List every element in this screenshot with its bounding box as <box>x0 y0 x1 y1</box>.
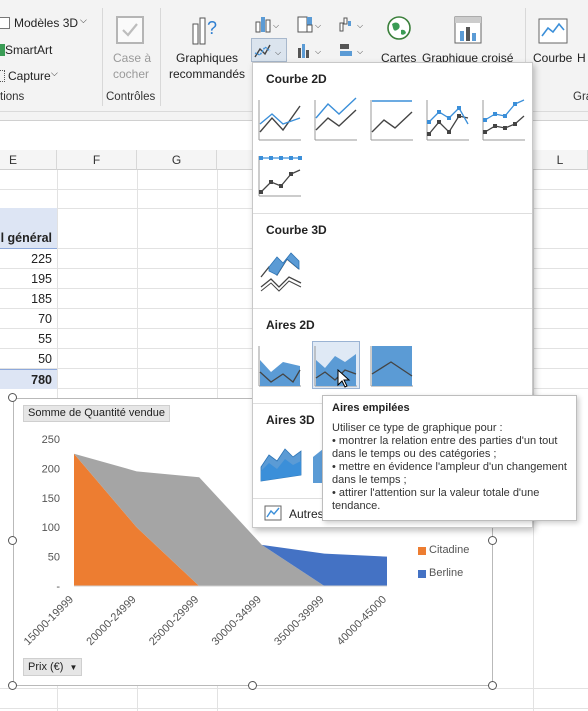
column-header-f[interactable]: F <box>57 150 137 170</box>
legend-entry-citadine[interactable]: Citadine <box>429 544 469 556</box>
y-tick-label: 100 <box>42 522 60 534</box>
pivotchart-icon <box>453 15 483 45</box>
recommended-charts-button-line2[interactable]: recommandés <box>169 67 245 81</box>
line-chart-option[interactable] <box>257 96 303 142</box>
percent-stacked-area-option[interactable] <box>369 342 415 388</box>
hierarchy-chart-icon[interactable]: ⌵ <box>296 14 324 34</box>
y-tick-label: 250 <box>42 434 60 446</box>
tooltip-intro: Utiliser ce type de graphique pour : <box>332 422 503 434</box>
area-chart-option[interactable] <box>257 342 303 388</box>
checkbox-button-line1[interactable]: Case à <box>113 51 151 65</box>
section-area-2d: Aires 2D <box>266 318 315 332</box>
svg-text:⌵: ⌵ <box>357 47 363 56</box>
checkbox-button-line2[interactable]: cocher <box>113 67 149 81</box>
legend-swatch-berline <box>418 570 426 578</box>
y-tick-label: - <box>56 581 60 593</box>
x-tick-label: 15000-19999 <box>22 594 76 648</box>
sparkline-column-button[interactable]: H <box>577 51 586 65</box>
resize-handle[interactable] <box>8 681 17 690</box>
axis-filter-button[interactable]: Prix (€) ▼ <box>23 658 83 676</box>
more-charts-link[interactable]: Autres <box>289 507 324 521</box>
pivot-cell[interactable]: 225 <box>0 249 57 269</box>
svg-text:⌵: ⌵ <box>273 21 279 30</box>
pivot-cell[interactable]: 195 <box>0 269 57 289</box>
area-3d-option[interactable] <box>257 437 303 483</box>
x-tick-label: 35000-39999 <box>272 594 326 648</box>
recommended-charts-icon: ? <box>190 14 224 46</box>
section-line-3d: Courbe 3D <box>266 223 327 237</box>
tooltip-bullet: • attirer l'attention sur la valeur tota… <box>332 487 540 512</box>
tooltip-title: Aires empilées <box>332 402 410 414</box>
column-header-l[interactable]: L <box>533 150 588 170</box>
svg-text:⌵: ⌵ <box>315 21 321 30</box>
resize-handle[interactable] <box>8 536 17 545</box>
x-tick-label: 25000-29999 <box>147 594 201 648</box>
column-header-h[interactable] <box>217 150 253 170</box>
models3d-button[interactable]: Modèles 3D <box>14 16 78 30</box>
pivot-cell[interactable]: 50 <box>0 349 57 369</box>
filter-dropdown-icon: ▼ <box>69 663 78 672</box>
stacked-line-chart-option[interactable] <box>313 96 359 142</box>
resize-handle[interactable] <box>248 681 257 690</box>
y-tick-label: 50 <box>48 552 60 564</box>
line-markers-option[interactable] <box>425 96 471 142</box>
tooltip-bullet: • montrer la relation entre des parties … <box>332 435 558 460</box>
tooltip-bullet: • mettre en évidence l'ampleur d'un chan… <box>332 461 567 486</box>
percent-stacked-line-option[interactable] <box>369 96 415 142</box>
sparkline-line-button[interactable]: Courbe <box>533 51 572 65</box>
pivot-cell[interactable]: 70 <box>0 309 57 329</box>
svg-text:⌵: ⌵ <box>275 48 281 57</box>
chevron-down-icon[interactable]: ⌵ <box>51 68 58 79</box>
stacked-area-chart-option[interactable] <box>312 341 360 389</box>
more-charts-icon <box>264 505 282 521</box>
legend-entry-berline[interactable]: Berline <box>429 567 463 579</box>
resize-handle[interactable] <box>8 393 17 402</box>
percent-stacked-line-markers-option[interactable] <box>257 152 303 198</box>
stacked-line-markers-option[interactable] <box>481 96 527 142</box>
statistic-chart-icon[interactable]: ⌵ <box>296 40 324 60</box>
x-tick-label: 20000-24999 <box>84 594 138 648</box>
x-tick-label: 40000-45000 <box>335 594 389 648</box>
pivot-cell[interactable]: 55 <box>0 329 57 349</box>
resize-handle[interactable] <box>488 681 497 690</box>
illustrations-group-label: tions <box>0 91 25 103</box>
smartart-button[interactable]: SmartArt <box>5 43 52 57</box>
x-tick-label: 30000-34999 <box>210 594 264 648</box>
svg-text:⌵: ⌵ <box>315 47 321 56</box>
mouse-cursor-icon <box>337 369 351 388</box>
chart-type-tooltip: Aires empilées Utiliser ce type de graph… <box>322 395 577 521</box>
controls-group-label: Contrôles <box>106 91 156 103</box>
section-line-2d: Courbe 2D <box>266 72 327 86</box>
line-3d-option[interactable] <box>257 247 303 293</box>
sparklines-group-label: Gra <box>573 91 588 103</box>
pivot-header-total[interactable]: l général <box>0 228 57 249</box>
column-header-e[interactable]: E <box>0 150 57 170</box>
pivot-grand-total[interactable]: 780 <box>0 369 57 389</box>
checkbox-icon <box>116 16 144 44</box>
line-chart-button[interactable]: ⌵ <box>251 38 287 62</box>
models3d-icon <box>0 17 10 29</box>
recommended-charts-button-line1[interactable]: Graphiques <box>176 51 238 65</box>
waterfall-chart-icon[interactable]: ⌵ <box>338 14 366 34</box>
column-header-g[interactable]: G <box>137 150 217 170</box>
maps-icon <box>386 15 412 41</box>
combo-chart-icon[interactable]: ⌵ <box>338 40 366 60</box>
capture-icon <box>0 70 5 82</box>
svg-text:⌵: ⌵ <box>357 21 363 30</box>
section-area-3d: Aires 3D <box>266 413 315 427</box>
pivot-cell[interactable]: 185 <box>0 289 57 309</box>
capture-button[interactable]: Capture <box>8 69 51 83</box>
svg-text:?: ? <box>207 18 217 38</box>
chevron-down-icon[interactable]: ⌵ <box>80 15 87 26</box>
sparkline-line-icon <box>538 18 568 44</box>
column-chart-icon[interactable]: ⌵ <box>254 14 282 34</box>
y-tick-label: 200 <box>42 463 60 475</box>
legend-swatch-citadine <box>418 547 426 555</box>
resize-handle[interactable] <box>488 536 497 545</box>
y-tick-label: 150 <box>42 493 60 505</box>
